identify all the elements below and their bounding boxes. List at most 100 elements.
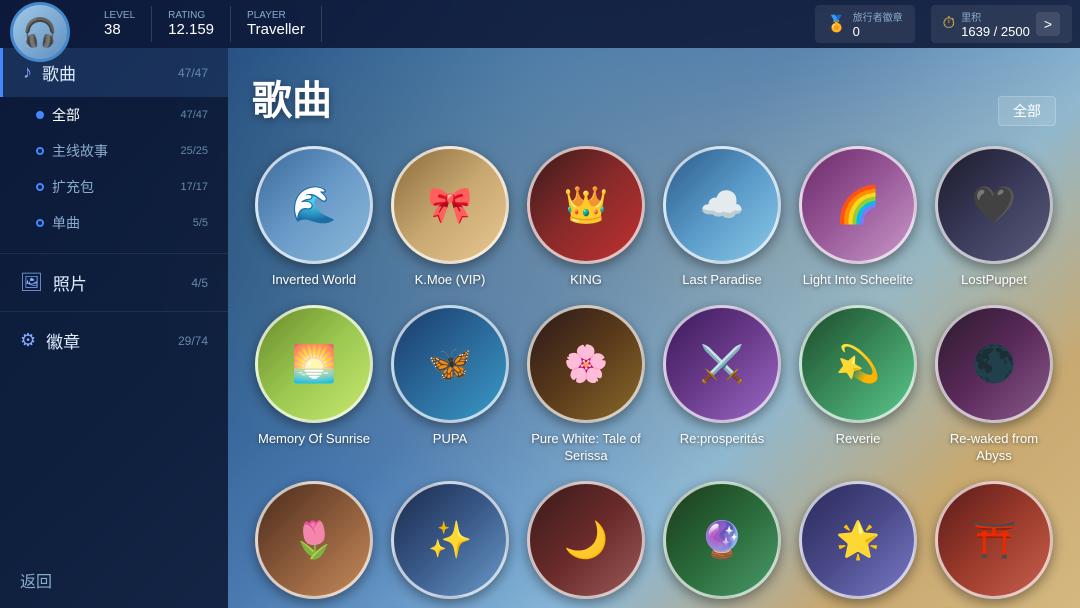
miles-label: 里积 [961, 9, 1030, 24]
miles-icon: ⏱ [943, 15, 955, 33]
sub-main-count: 25/25 [180, 145, 208, 157]
song-cover: 🌑 [935, 305, 1053, 423]
sidebar-sub-all[interactable]: 全部 47/47 [0, 97, 228, 133]
song-cover: 🦋 [391, 305, 509, 423]
sub-single-label: 单曲 [52, 213, 80, 233]
sub-main-label: 主线故事 [52, 141, 108, 161]
topbar: 🎧 Level 38 Rating 12.159 Player Travelle… [0, 0, 1080, 48]
song-cover: 🖤 [935, 146, 1053, 264]
song-cover: 💫 [799, 305, 917, 423]
topbar-right: 🏅 旅行者徽章 0 ⏱ 里积 1639 / 2500 > [815, 5, 1072, 43]
song-item[interactable]: 🌸 Pure White: Tale of Serissa [524, 305, 648, 465]
photos-label: 照片 [53, 270, 87, 295]
level-block: Level 38 [88, 6, 152, 42]
photos-count: 4/5 [191, 276, 208, 290]
song-title: Pure White: Tale of Serissa [526, 431, 646, 465]
badges-count: 29/74 [178, 334, 208, 348]
divider-1 [0, 253, 228, 254]
level-label: Level [104, 10, 135, 21]
main-content: 歌曲 全部 🌊Inverted World🎀 K.Moe (VIP) 👑 KING ☁️… [228, 48, 1080, 608]
song-cover: 🎀 [391, 146, 509, 264]
song-cover: 🌷 [255, 481, 373, 599]
player-block: Player Traveller [231, 6, 322, 42]
song-title: Last Paradise [682, 272, 762, 289]
song-item[interactable]: 🌈 Light Into Scheelite [796, 146, 920, 289]
song-title: Re:prosperitás [680, 431, 765, 448]
song-item[interactable]: 🌅Memory Of Sunrise [252, 305, 376, 465]
sidebar-item-photos[interactable]: 🖼 照片 4/5 [0, 258, 228, 307]
sub-all-dot [36, 111, 44, 119]
song-item[interactable]: 🔮Sorcerer [660, 481, 784, 608]
song-item[interactable]: 🖤 LostPuppet [932, 146, 1056, 289]
rating-block: Rating 12.159 [152, 6, 231, 42]
song-cover: 🌙 [527, 481, 645, 599]
badges-label: 徽章 [46, 328, 80, 353]
photo-icon: 🖼 [20, 272, 43, 293]
song-cover: 👑 [527, 146, 645, 264]
song-item[interactable]: 🦋 PUPA [388, 305, 512, 465]
sidebar-item-badges[interactable]: ⚙ 徽章 29/74 [0, 316, 228, 365]
filter-button[interactable]: 全部 [998, 96, 1056, 126]
badge-icon: 🏅 [827, 14, 847, 34]
song-item[interactable]: ✨Shattered Memories [388, 481, 512, 608]
song-item[interactable]: ⛩️The Last Samurai [932, 481, 1056, 608]
traveller-badge-block: 🏅 旅行者徽章 0 [815, 5, 915, 43]
song-cover: 🌟 [799, 481, 917, 599]
miles-block: ⏱ 里积 1639 / 2500 > [931, 5, 1072, 43]
sub-ext-label: 扩充包 [52, 177, 94, 197]
sidebar-sub-main[interactable]: 主线故事 25/25 [0, 133, 228, 169]
song-item[interactable]: 🌊Inverted World [252, 146, 376, 289]
song-cover: 🌸 [527, 305, 645, 423]
song-title: K.Moe (VIP) [415, 272, 486, 289]
avatar: 🎧 [10, 2, 70, 62]
level-value: 38 [104, 21, 135, 38]
song-cover: 🌈 [799, 146, 917, 264]
songs-grid: 🌊Inverted World🎀 K.Moe (VIP) 👑 KING ☁️ Last P… [252, 146, 1056, 608]
song-item[interactable]: 🌟Stellarism [796, 481, 920, 608]
song-title: PUPA [433, 431, 467, 448]
song-cover: ☁️ [663, 146, 781, 264]
badge-info: 旅行者徽章 0 [853, 9, 903, 39]
back-button[interactable]: 返回 [0, 552, 228, 608]
miles-info: 里积 1639 / 2500 [961, 9, 1030, 39]
songs-count: 47/47 [178, 66, 208, 80]
song-title: KING [570, 272, 602, 289]
song-item[interactable]: 🌙Solitary Dream [524, 481, 648, 608]
badge-val: 0 [853, 24, 903, 39]
song-title: Light Into Scheelite [803, 272, 914, 289]
sub-main-dot [36, 147, 44, 155]
sidebar: ♪ 歌曲 47/47 全部 47/47 主线故事 25/25 扩充包 17/17… [0, 48, 228, 608]
badge-sidebar-icon: ⚙ [20, 330, 36, 351]
miles-arrow-button[interactable]: > [1036, 12, 1060, 36]
sidebar-sub-ext[interactable]: 扩充包 17/17 [0, 169, 228, 205]
sidebar-sub-single[interactable]: 单曲 5/5 [0, 205, 228, 241]
song-item[interactable]: 💫Reverie [796, 305, 920, 465]
song-cover: ✨ [391, 481, 509, 599]
page-header: 歌曲 全部 [252, 68, 1056, 126]
sub-ext-count: 17/17 [180, 181, 208, 193]
sub-all-count: 47/47 [180, 109, 208, 121]
song-cover: ⛩️ [935, 481, 1053, 599]
miles-val: 1639 / 2500 [961, 24, 1030, 39]
song-item[interactable]: ☁️ Last Paradise [660, 146, 784, 289]
back-label: 返回 [20, 568, 52, 592]
badge-label: 旅行者徽章 [853, 9, 903, 24]
rating-label: Rating [168, 10, 214, 21]
music-icon: ♪ [23, 62, 32, 83]
songs-label: 歌曲 [42, 60, 76, 85]
song-title: LostPuppet [961, 272, 1027, 289]
sub-all-label: 全部 [52, 105, 80, 125]
sub-single-dot [36, 219, 44, 227]
player-label: Player [247, 10, 305, 21]
divider-2 [0, 311, 228, 312]
song-title: Re-waked from Abyss [934, 431, 1054, 465]
player-value: Traveller [247, 21, 305, 38]
song-cover: 🔮 [663, 481, 781, 599]
song-item[interactable]: ⚔️ Re:prosperitás [660, 305, 784, 465]
song-item[interactable]: 🌑 Re-waked from Abyss [932, 305, 1056, 465]
song-item[interactable]: 👑 KING [524, 146, 648, 289]
song-cover: ⚔️ [663, 305, 781, 423]
sub-single-count: 5/5 [193, 217, 208, 229]
song-item[interactable]: 🎀 K.Moe (VIP) [388, 146, 512, 289]
song-item[interactable]: 🌷Sayonara Hatsukoi [252, 481, 376, 608]
